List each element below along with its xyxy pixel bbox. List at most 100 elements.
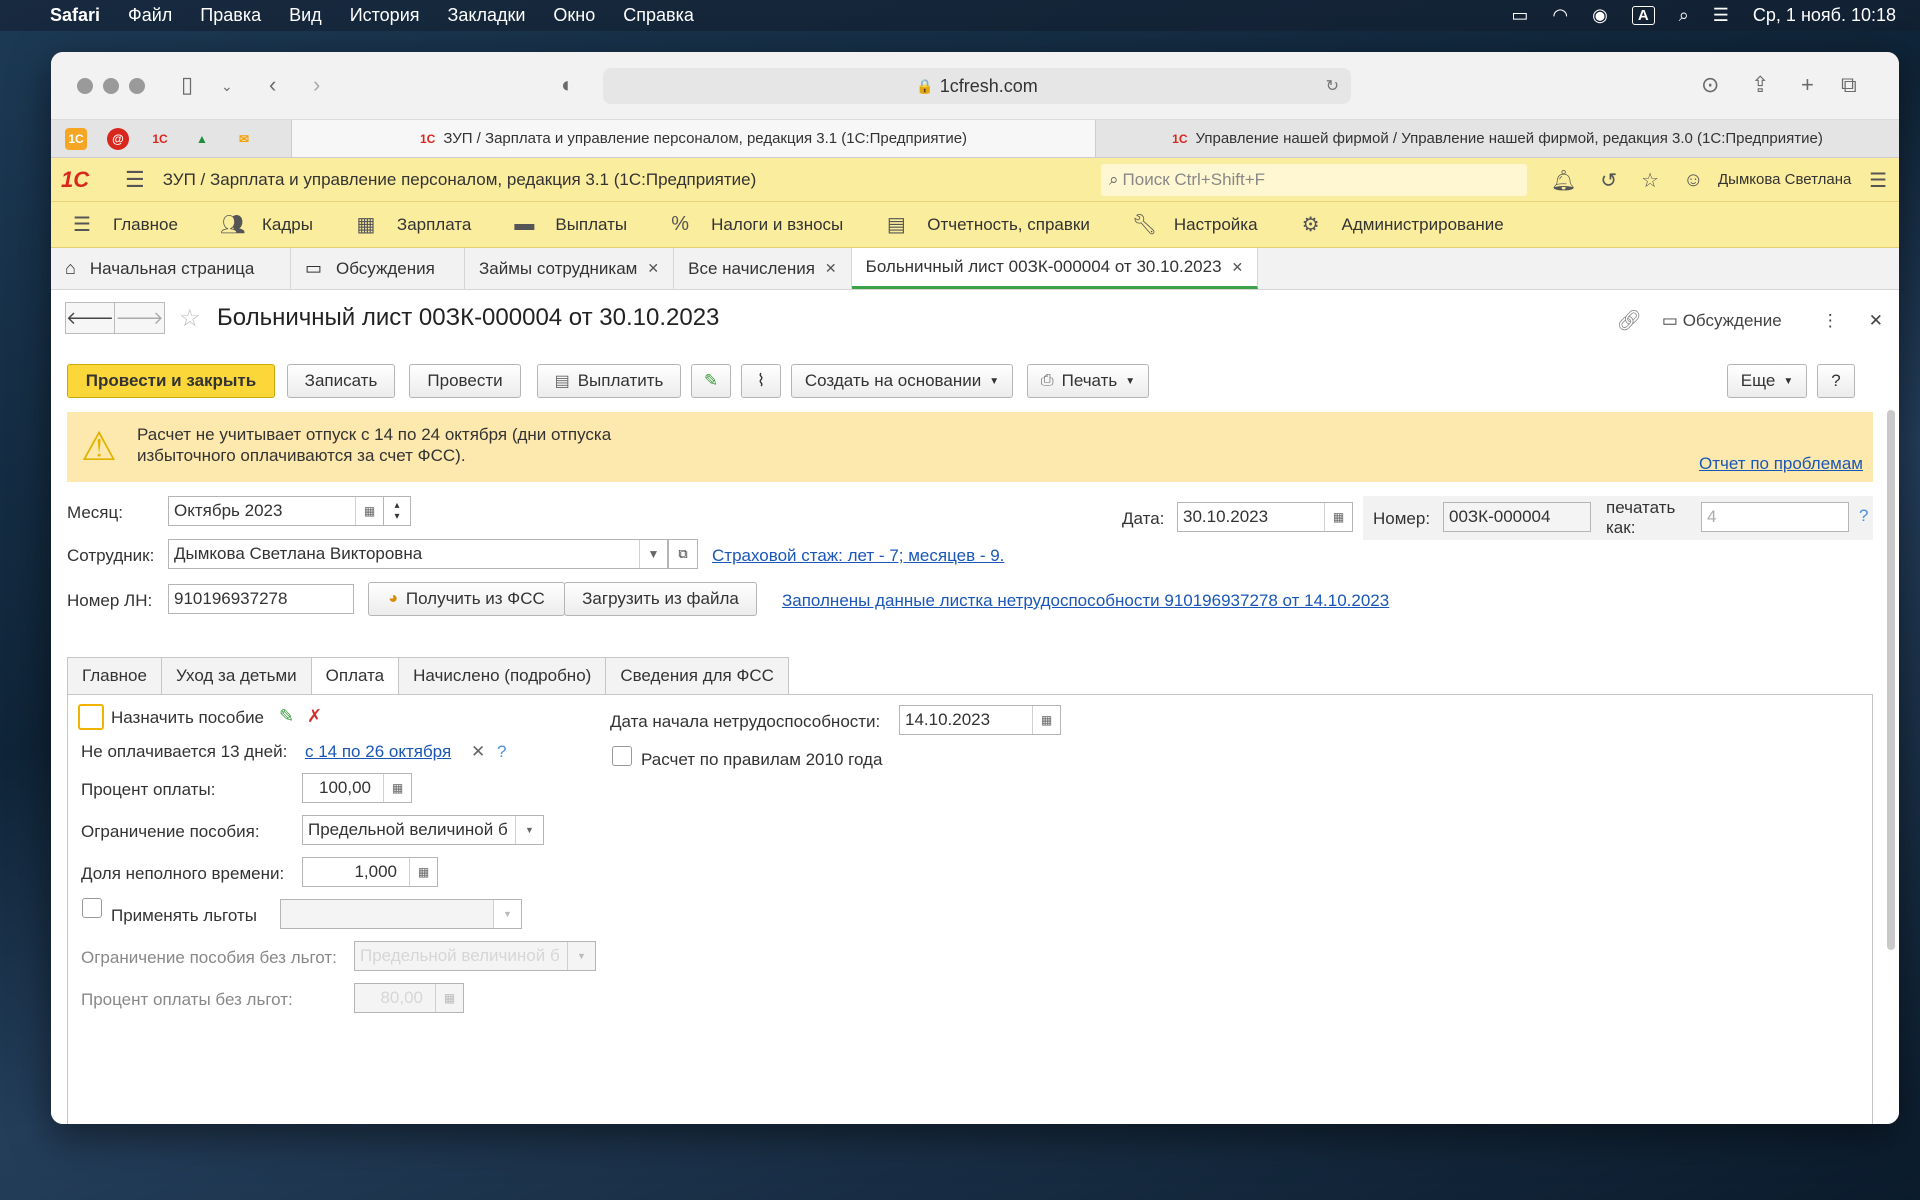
clear-icon[interactable]: ✕ bbox=[471, 742, 485, 762]
month-field[interactable]: Октябрь 2023 ▦ bbox=[168, 496, 384, 526]
favorite-star-icon[interactable]: ☆ bbox=[179, 304, 201, 333]
parttime-share-field[interactable]: 1,000 ▦ bbox=[302, 857, 438, 887]
control-center-icon[interactable]: ☰ bbox=[1713, 5, 1729, 26]
number-field[interactable]: 00ЗК-000004 bbox=[1443, 502, 1591, 532]
section-admin[interactable]: ⚙ Администрирование bbox=[1300, 212, 1504, 237]
load-from-file-button[interactable]: Загрузить из файла bbox=[564, 582, 757, 616]
zoom-window-button[interactable] bbox=[129, 77, 145, 94]
more-vertical-icon[interactable]: ⋮ bbox=[1822, 311, 1839, 331]
close-icon[interactable]: ✕ bbox=[647, 260, 659, 277]
print-button[interactable]: ⎙ Печать ▼ bbox=[1027, 364, 1149, 398]
tab-accrued-detailed[interactable]: Начислено (подробно) bbox=[398, 657, 607, 695]
section-hr[interactable]: 👥︎ Кадры bbox=[220, 212, 313, 237]
help-icon[interactable]: ? bbox=[497, 742, 506, 762]
calculator-icon[interactable]: ▦ bbox=[409, 858, 437, 886]
filled-data-link[interactable]: Заполнены данные листка нетрудоспособнос… bbox=[782, 591, 1389, 611]
chevron-down-icon[interactable]: ▼ bbox=[515, 816, 543, 844]
sign-button[interactable]: ✎ bbox=[691, 364, 731, 398]
chevron-down-icon[interactable]: ▼ bbox=[567, 942, 595, 970]
menu-view[interactable]: Вид bbox=[289, 5, 322, 26]
menu-edit[interactable]: Правка bbox=[200, 5, 261, 26]
shield-icon[interactable]: ◐ bbox=[561, 72, 574, 98]
assign-benefit-checkbox[interactable] bbox=[78, 704, 104, 730]
battery-icon[interactable]: ▭ bbox=[1511, 5, 1528, 26]
percent-no-benefits-field[interactable]: 80,00 ▦ bbox=[354, 983, 464, 1013]
chevron-down-icon[interactable]: ▼ bbox=[493, 900, 521, 928]
pinned-1c-icon[interactable]: 1С bbox=[65, 127, 87, 150]
forward-icon[interactable]: › bbox=[313, 72, 320, 98]
rules-2010-checkbox[interactable] bbox=[612, 746, 632, 766]
close-window-button[interactable] bbox=[77, 77, 93, 94]
back-icon[interactable]: ‹ bbox=[269, 72, 276, 98]
pencil-icon[interactable]: ✎ bbox=[279, 706, 294, 727]
calculator-icon[interactable]: ▦ bbox=[383, 774, 411, 802]
not-paid-period-link[interactable]: с 14 по 26 октября bbox=[305, 742, 451, 762]
current-user[interactable]: Дымкова Светлана bbox=[1718, 171, 1851, 188]
disability-start-field[interactable]: 14.10.2023 ▦ bbox=[899, 705, 1061, 735]
wifi-icon[interactable]: ◠ bbox=[1552, 5, 1568, 26]
browser-tab-unf[interactable]: 1С Управление нашей фирмой / Управление … bbox=[1095, 120, 1899, 157]
download-icon[interactable]: ⊙ bbox=[1701, 72, 1719, 98]
bell-icon[interactable]: 🔔︎ bbox=[1551, 168, 1576, 193]
get-from-fss-button[interactable]: ◕ Получить из ФСС bbox=[368, 582, 565, 616]
reload-icon[interactable]: ↻ bbox=[1326, 76, 1339, 96]
menu-history[interactable]: История bbox=[350, 5, 420, 26]
input-source-icon[interactable]: A bbox=[1631, 6, 1655, 25]
settings-menu-icon[interactable]: ☰ bbox=[1869, 168, 1887, 193]
calendar-icon[interactable]: ▦ bbox=[1032, 706, 1060, 734]
tab-home[interactable]: ⌂ Начальная страница bbox=[51, 248, 291, 289]
calculator-icon[interactable]: ▦ bbox=[435, 984, 463, 1012]
help-icon[interactable]: ? bbox=[1859, 506, 1868, 526]
search-input[interactable]: ⌕ Поиск Ctrl+Shift+F bbox=[1101, 164, 1527, 196]
tab-sick-leave[interactable]: Больничный лист 00ЗК-000004 от 30.10.202… bbox=[851, 248, 1259, 289]
date-field[interactable]: 30.10.2023 ▦ bbox=[1177, 502, 1353, 532]
link-icon[interactable]: 🔗︎ bbox=[1617, 308, 1642, 333]
tab-main[interactable]: Главное bbox=[67, 657, 162, 695]
month-stepper[interactable]: ▴ ▾ bbox=[383, 496, 411, 526]
user-icon[interactable]: ◉ bbox=[1592, 5, 1608, 26]
tab-payment[interactable]: Оплата bbox=[310, 657, 400, 695]
menu-help[interactable]: Справка bbox=[623, 5, 694, 26]
address-bar[interactable]: 🔒 1cfresh.com ↻ bbox=[603, 68, 1351, 104]
section-reports[interactable]: ▤ Отчетность, справки bbox=[885, 212, 1090, 237]
menu-bookmarks[interactable]: Закладки bbox=[448, 5, 526, 26]
new-tab-icon[interactable]: + bbox=[1801, 72, 1814, 98]
tab-all-accruals[interactable]: Все начисления ✕ bbox=[674, 248, 852, 289]
attach-button[interactable]: ⌇ bbox=[741, 364, 781, 398]
open-employee-button[interactable]: ⧉ bbox=[668, 539, 698, 569]
menu-file[interactable]: Файл bbox=[128, 5, 172, 26]
forward-button[interactable]: 🡒 bbox=[115, 302, 165, 334]
menu-app[interactable]: Safari bbox=[50, 5, 100, 26]
minimize-window-button[interactable] bbox=[103, 77, 119, 94]
section-taxes[interactable]: % Налоги и взносы bbox=[669, 213, 843, 236]
back-button[interactable]: 🡐 bbox=[65, 302, 115, 334]
section-settings[interactable]: 🔧︎ Настройка bbox=[1132, 212, 1258, 237]
menu-window[interactable]: Окно bbox=[553, 5, 595, 26]
save-button[interactable]: Записать bbox=[287, 364, 395, 398]
search-icon[interactable]: ⌕ bbox=[1679, 5, 1689, 26]
sick-leave-number-field[interactable]: 910196937278 bbox=[168, 584, 354, 614]
google-drive-icon[interactable]: ▲ bbox=[191, 128, 213, 150]
section-main[interactable]: ☰ Главное bbox=[71, 212, 178, 237]
section-salary[interactable]: ▦ Зарплата bbox=[355, 212, 471, 237]
share-icon[interactable]: ⇪ bbox=[1751, 72, 1769, 98]
cancel-pencil-icon[interactable]: ✗ bbox=[307, 706, 322, 727]
tab-loans[interactable]: Займы сотрудникам ✕ bbox=[465, 248, 675, 289]
discussion-button[interactable]: ▭ Обсуждение bbox=[1662, 311, 1782, 331]
print-as-field[interactable]: 4 bbox=[1701, 502, 1849, 532]
pinned-tab-icon[interactable]: @ bbox=[107, 127, 129, 150]
close-icon[interactable]: ✕ bbox=[1869, 311, 1883, 331]
help-button[interactable]: ? bbox=[1817, 364, 1855, 398]
history-icon[interactable]: ↺ bbox=[1600, 168, 1617, 193]
sidebar-icon[interactable]: ▯ bbox=[181, 72, 193, 98]
payment-percent-field[interactable]: 100,00 ▦ bbox=[302, 773, 412, 803]
apply-benefits-checkbox[interactable] bbox=[82, 898, 102, 918]
chevron-down-icon[interactable]: ⌄ bbox=[221, 78, 233, 95]
menu-icon[interactable]: ☰ bbox=[125, 167, 145, 193]
insurance-experience-link[interactable]: Страховой стаж: лет - 7; месяцев - 9. bbox=[712, 546, 1004, 566]
create-based-on-button[interactable]: Создать на основании ▼ bbox=[791, 364, 1013, 398]
star-icon[interactable]: ☆ bbox=[1641, 168, 1659, 193]
post-and-close-button[interactable]: Провести и закрыть bbox=[67, 364, 275, 398]
more-button[interactable]: Еще ▼ bbox=[1727, 364, 1807, 398]
users-icon[interactable]: ☺ bbox=[1683, 169, 1703, 192]
